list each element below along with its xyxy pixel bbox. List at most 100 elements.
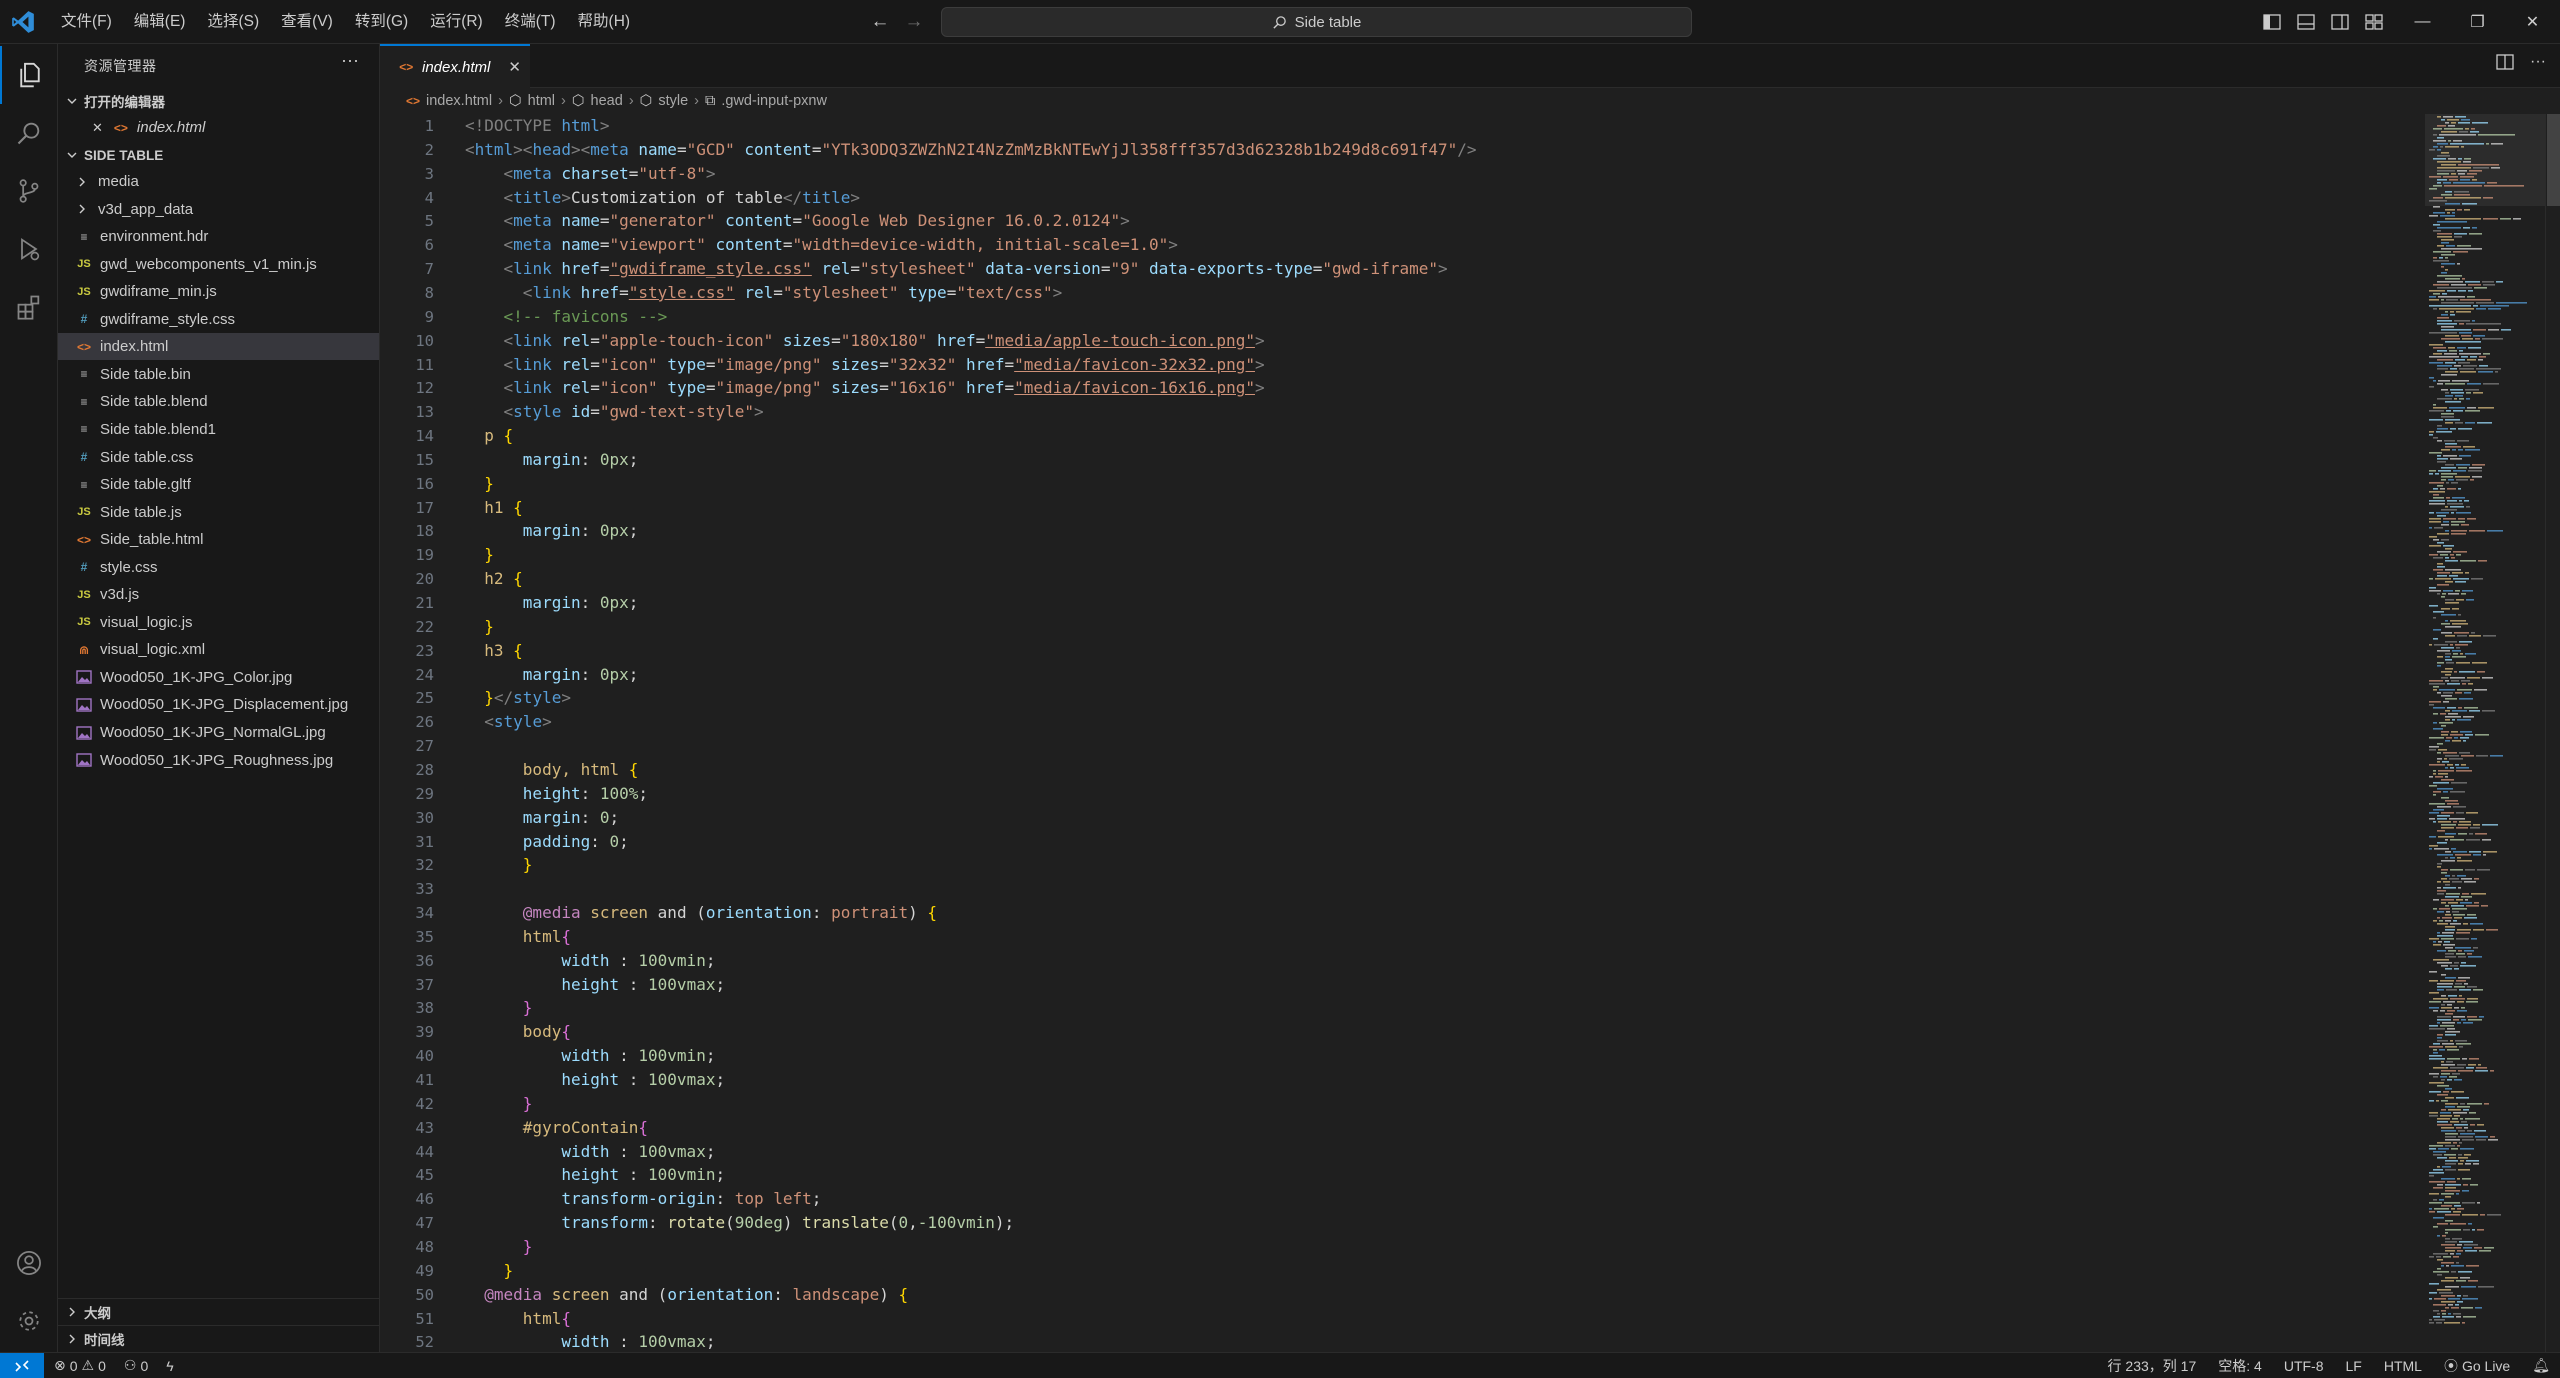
explorer-icon[interactable] [0,46,58,104]
menu-edit[interactable]: 编辑(E) [123,0,197,44]
file-item[interactable]: ≡ Side table.blend [58,388,379,415]
code-line: transform: rotate(90deg) translate(0,-10… [465,1211,1014,1235]
vertical-scrollbar[interactable] [2545,114,2560,1352]
file-item[interactable]: JS gwdiframe_min.js [58,278,379,305]
code-token: style [513,688,562,708]
error-icon: ⊗ [54,1357,66,1373]
menu-help[interactable]: 帮助(H) [567,0,642,44]
remote-indicator-icon[interactable] [0,1353,44,1378]
minimize-icon[interactable]: — [2395,0,2450,44]
file-item[interactable]: Wood050_1K-JPG_NormalGL.jpg [58,719,379,746]
code-token: { [628,759,639,779]
file-item[interactable]: Wood050_1K-JPG_Color.jpg [58,664,379,691]
file-item[interactable]: <> Side_table.html [58,526,379,553]
source-control-icon[interactable] [0,162,58,220]
outline-header[interactable]: 大纲 [58,1298,379,1325]
file-item[interactable]: <> index.html [58,333,379,361]
file-item[interactable]: JS gwd_webcomponents_v1_min.js [58,251,379,278]
breadcrumb-item[interactable]: html [528,93,555,109]
timeline-header[interactable]: 时间线 [58,1325,379,1352]
indentation[interactable]: 空格: 4 [2218,1356,2262,1376]
back-arrow-icon[interactable]: ← [866,8,894,36]
toggle-primary-sidebar-icon[interactable] [2258,8,2286,36]
code-token: link [513,354,562,374]
file-item[interactable]: ≡ environment.hdr [58,223,379,250]
code-line: <style> [465,710,551,734]
more-actions-icon[interactable]: ··· [2530,54,2546,70]
code-token: : [628,1165,649,1185]
file-item[interactable]: ≡ Side table.bin [58,361,379,388]
language-mode[interactable]: HTML [2384,1358,2422,1374]
problems-indicator[interactable]: ⊗ 0 ⚠ 0 [54,1357,106,1374]
more-actions-icon[interactable]: ··· [341,50,359,71]
code-token: name [561,235,600,255]
command-center-search[interactable]: Side table [941,7,1692,37]
close-icon[interactable]: ✕ [508,58,521,76]
search-view-icon[interactable] [0,104,58,162]
go-live-button[interactable]: ⦿ Go Live [2444,1356,2510,1376]
menu-file[interactable]: 文件(F) [50,0,123,44]
code-token: link [513,259,562,279]
open-editors-header[interactable]: 打开的编辑器 [58,88,379,114]
file-item[interactable]: JS Side table.js [58,499,379,526]
code-line: <meta name="generator" content="Google W… [465,209,1130,233]
file-label: Wood050_1K-JPG_Roughness.jpg [100,751,334,769]
close-window-icon[interactable]: ✕ [2505,0,2560,44]
code-token: rel [561,330,591,350]
breadcrumb-item[interactable]: .gwd-input-pxnw [721,93,827,109]
customize-layout-icon[interactable] [2360,8,2388,36]
menu-view[interactable]: 查看(V) [270,0,344,44]
cursor-position[interactable]: 行 233，列 17 [2108,1356,2197,1376]
file-item[interactable]: ⋒ visual_logic.xml [58,636,379,663]
code-token: screen [551,1284,620,1304]
extensions-icon[interactable] [0,278,58,336]
code-line: h3 { [465,639,523,663]
run-and-debug-icon[interactable] [0,220,58,278]
file-item[interactable]: # Side table.css [58,444,379,471]
file-item[interactable]: Wood050_1K-JPG_Roughness.jpg [58,747,379,774]
file-item[interactable]: JS v3d.js [58,581,379,608]
file-item[interactable]: # gwdiframe_style.css [58,306,379,333]
lightning-icon[interactable]: ϟ [166,1358,173,1374]
menu-terminal[interactable]: 终端(T) [494,0,567,44]
file-item[interactable]: ≡ Side table.gltf [58,471,379,498]
open-editor-item[interactable]: ✕ <> index.html [58,114,379,141]
code-token: , [908,1213,918,1233]
breadcrumb-item[interactable]: index.html [426,93,492,109]
breadcrumb-item[interactable]: style [658,93,688,109]
file-item[interactable]: JS visual_logic.js [58,609,379,636]
encoding[interactable]: UTF-8 [2284,1358,2324,1374]
file-item[interactable]: Wood050_1K-JPG_Displacement.jpg [58,691,379,718]
ports-indicator[interactable]: ⚇ 0 [124,1357,148,1374]
file-item[interactable]: ≡ Side table.blend1 [58,416,379,443]
menu-run[interactable]: 运行(R) [419,0,494,44]
line-number: 31 [415,832,434,851]
code-line: width : 100vmax; [465,1330,715,1352]
tab-index-html[interactable]: <> index.html ✕ [380,44,530,88]
toggle-panel-icon[interactable] [2292,8,2320,36]
menu-selection[interactable]: 选择(S) [196,0,270,44]
forward-arrow-icon[interactable]: → [900,8,928,36]
close-icon[interactable]: ✕ [92,120,103,136]
folder-item[interactable]: v3d_app_data [58,196,379,223]
end-of-line[interactable]: LF [2346,1358,2362,1374]
split-editor-icon[interactable] [2496,54,2514,70]
scrollbar-thumb[interactable] [2547,114,2560,206]
restore-icon[interactable]: ❐ [2450,0,2505,44]
minimap[interactable] [2425,114,2545,1352]
code-editor[interactable]: <!DOCTYPE html> <html><head><meta name="G… [465,114,2425,1352]
settings-gear-icon[interactable] [0,1292,58,1350]
toggle-secondary-sidebar-icon[interactable] [2326,8,2354,36]
code-token: 0px [599,521,629,541]
breadcrumb-item[interactable]: head [591,93,623,109]
notifications-bell-icon[interactable]: 🔔︎ [2532,1357,2550,1374]
accounts-icon[interactable] [0,1234,58,1292]
code-token: transform-origin [465,1189,716,1209]
folder-item[interactable]: media [58,168,379,195]
file-item[interactable]: # style.css [58,554,379,581]
menu-go[interactable]: 转到(G) [344,0,419,44]
image-file-icon [76,670,92,685]
code-token: >< [513,139,533,159]
folder-header[interactable]: SIDE TABLE [58,142,379,168]
code-token: 100% [599,783,639,803]
